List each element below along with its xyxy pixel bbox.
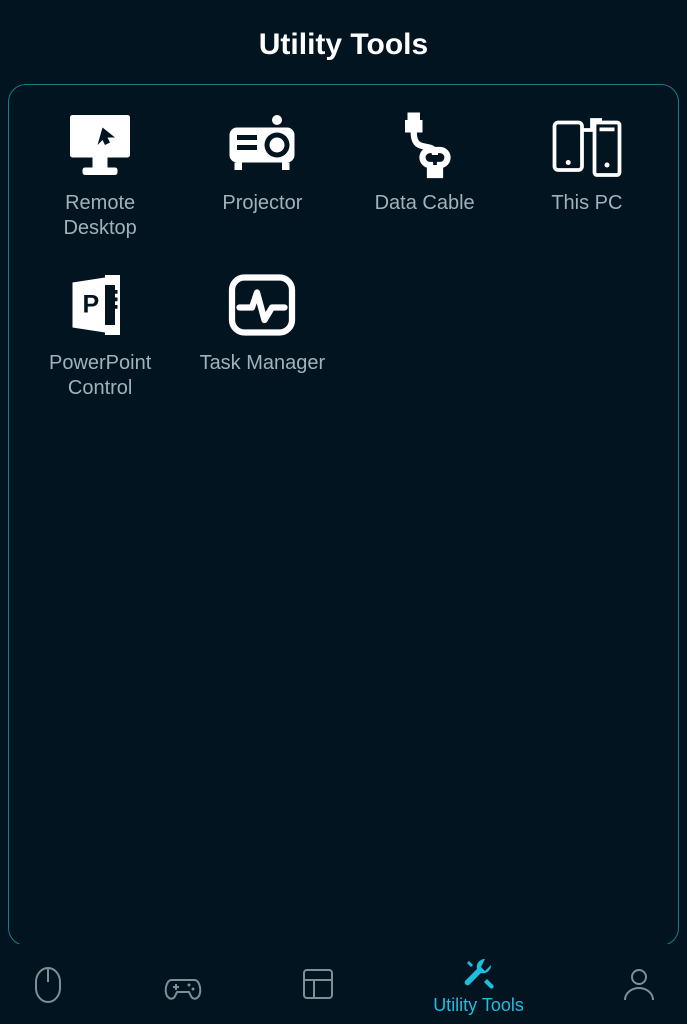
tool-task-manager[interactable]: Task Manager — [181, 265, 343, 401]
tool-label: Remote Desktop — [63, 191, 136, 241]
nav-utility-tools[interactable]: Utility Tools — [433, 953, 524, 1016]
task-manager-icon — [222, 265, 302, 345]
layout-icon — [298, 964, 338, 1004]
page-header: Utility Tools — [0, 0, 687, 84]
tool-this-pc[interactable]: This PC — [506, 105, 668, 241]
this-pc-icon — [547, 105, 627, 185]
nav-layout[interactable] — [298, 964, 338, 1004]
data-cable-icon — [385, 105, 465, 185]
tool-remote-desktop[interactable]: Remote Desktop — [19, 105, 181, 241]
person-icon — [619, 964, 659, 1004]
nav-gamepad[interactable] — [163, 964, 203, 1004]
tools-panel: Remote Desktop Projector Data Cable This… — [8, 84, 679, 946]
nav-profile[interactable] — [619, 964, 659, 1004]
tool-label: PowerPoint Control — [49, 351, 151, 401]
svg-text:P: P — [83, 291, 100, 319]
tool-data-cable[interactable]: Data Cable — [344, 105, 506, 241]
tool-powerpoint-control[interactable]: P PowerPoint Control — [19, 265, 181, 401]
bottom-navbar: Utility Tools — [0, 944, 687, 1024]
nav-label: Utility Tools — [433, 995, 524, 1016]
tools-icon — [459, 953, 499, 993]
tools-grid: Remote Desktop Projector Data Cable This… — [19, 105, 668, 401]
tool-label: Projector — [222, 191, 302, 216]
nav-mouse[interactable] — [28, 964, 68, 1004]
tool-label: Data Cable — [375, 191, 475, 216]
page-title: Utility Tools — [0, 28, 687, 62]
projector-icon — [222, 105, 302, 185]
gamepad-icon — [163, 964, 203, 1004]
tool-projector[interactable]: Projector — [181, 105, 343, 241]
mouse-icon — [28, 964, 68, 1004]
remote-desktop-icon — [60, 105, 140, 185]
tool-label: Task Manager — [200, 351, 326, 376]
tool-label: This PC — [551, 191, 622, 216]
powerpoint-icon: P — [60, 265, 140, 345]
